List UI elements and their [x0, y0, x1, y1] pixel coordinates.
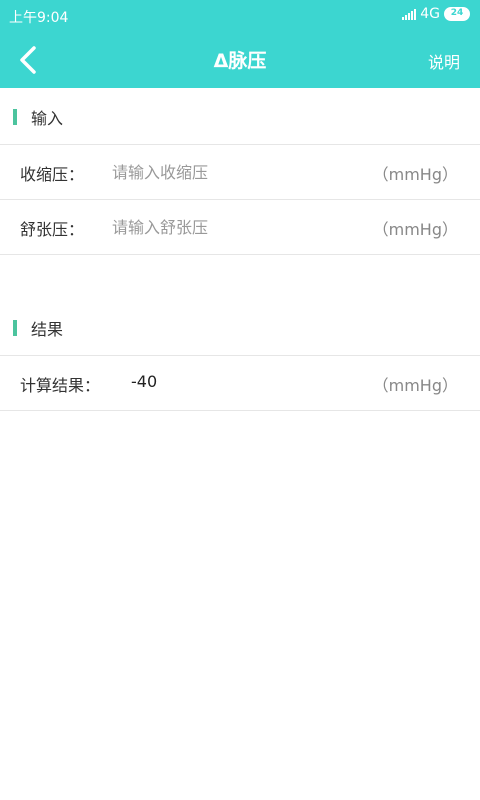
page-title: Δ脉压 [213, 50, 267, 72]
divider [0, 254, 480, 255]
status-icons: 4G 24 [402, 6, 470, 22]
section-accent-bar [13, 320, 17, 336]
input-section-title: 输入 [31, 109, 64, 128]
result-section-header: 结果 [0, 299, 480, 355]
battery-icon: 24 [444, 7, 470, 21]
status-time: 上午9:04 [9, 10, 69, 26]
systolic-unit: （mmHg） [372, 165, 458, 184]
result-label: 计算结果： [20, 376, 101, 395]
network-type: 4G [420, 6, 440, 22]
app-header: Δ脉压 说明 [0, 30, 480, 88]
input-section-header: 输入 [0, 88, 480, 144]
help-button[interactable]: 说明 [428, 49, 460, 73]
diastolic-label: 舒张压： [20, 220, 85, 239]
systolic-input[interactable] [112, 157, 362, 187]
battery-level: 24 [450, 8, 464, 18]
divider [0, 410, 480, 411]
status-bar: 上午9:04 4G 24 [0, 0, 480, 30]
signal-icon [402, 8, 417, 20]
diastolic-input[interactable] [112, 212, 362, 242]
systolic-label: 收缩压： [20, 165, 85, 184]
systolic-row: 收缩压： （mmHg） [0, 144, 480, 198]
result-row: 计算结果： -40 （mmHg） [0, 355, 480, 409]
result-value: -40 [131, 372, 158, 391]
diastolic-unit: （mmHg） [372, 220, 458, 239]
result-section-title: 结果 [31, 320, 64, 339]
diastolic-row: 舒张压： （mmHg） [0, 199, 480, 253]
result-unit: （mmHg） [372, 376, 458, 395]
section-accent-bar [13, 109, 17, 125]
